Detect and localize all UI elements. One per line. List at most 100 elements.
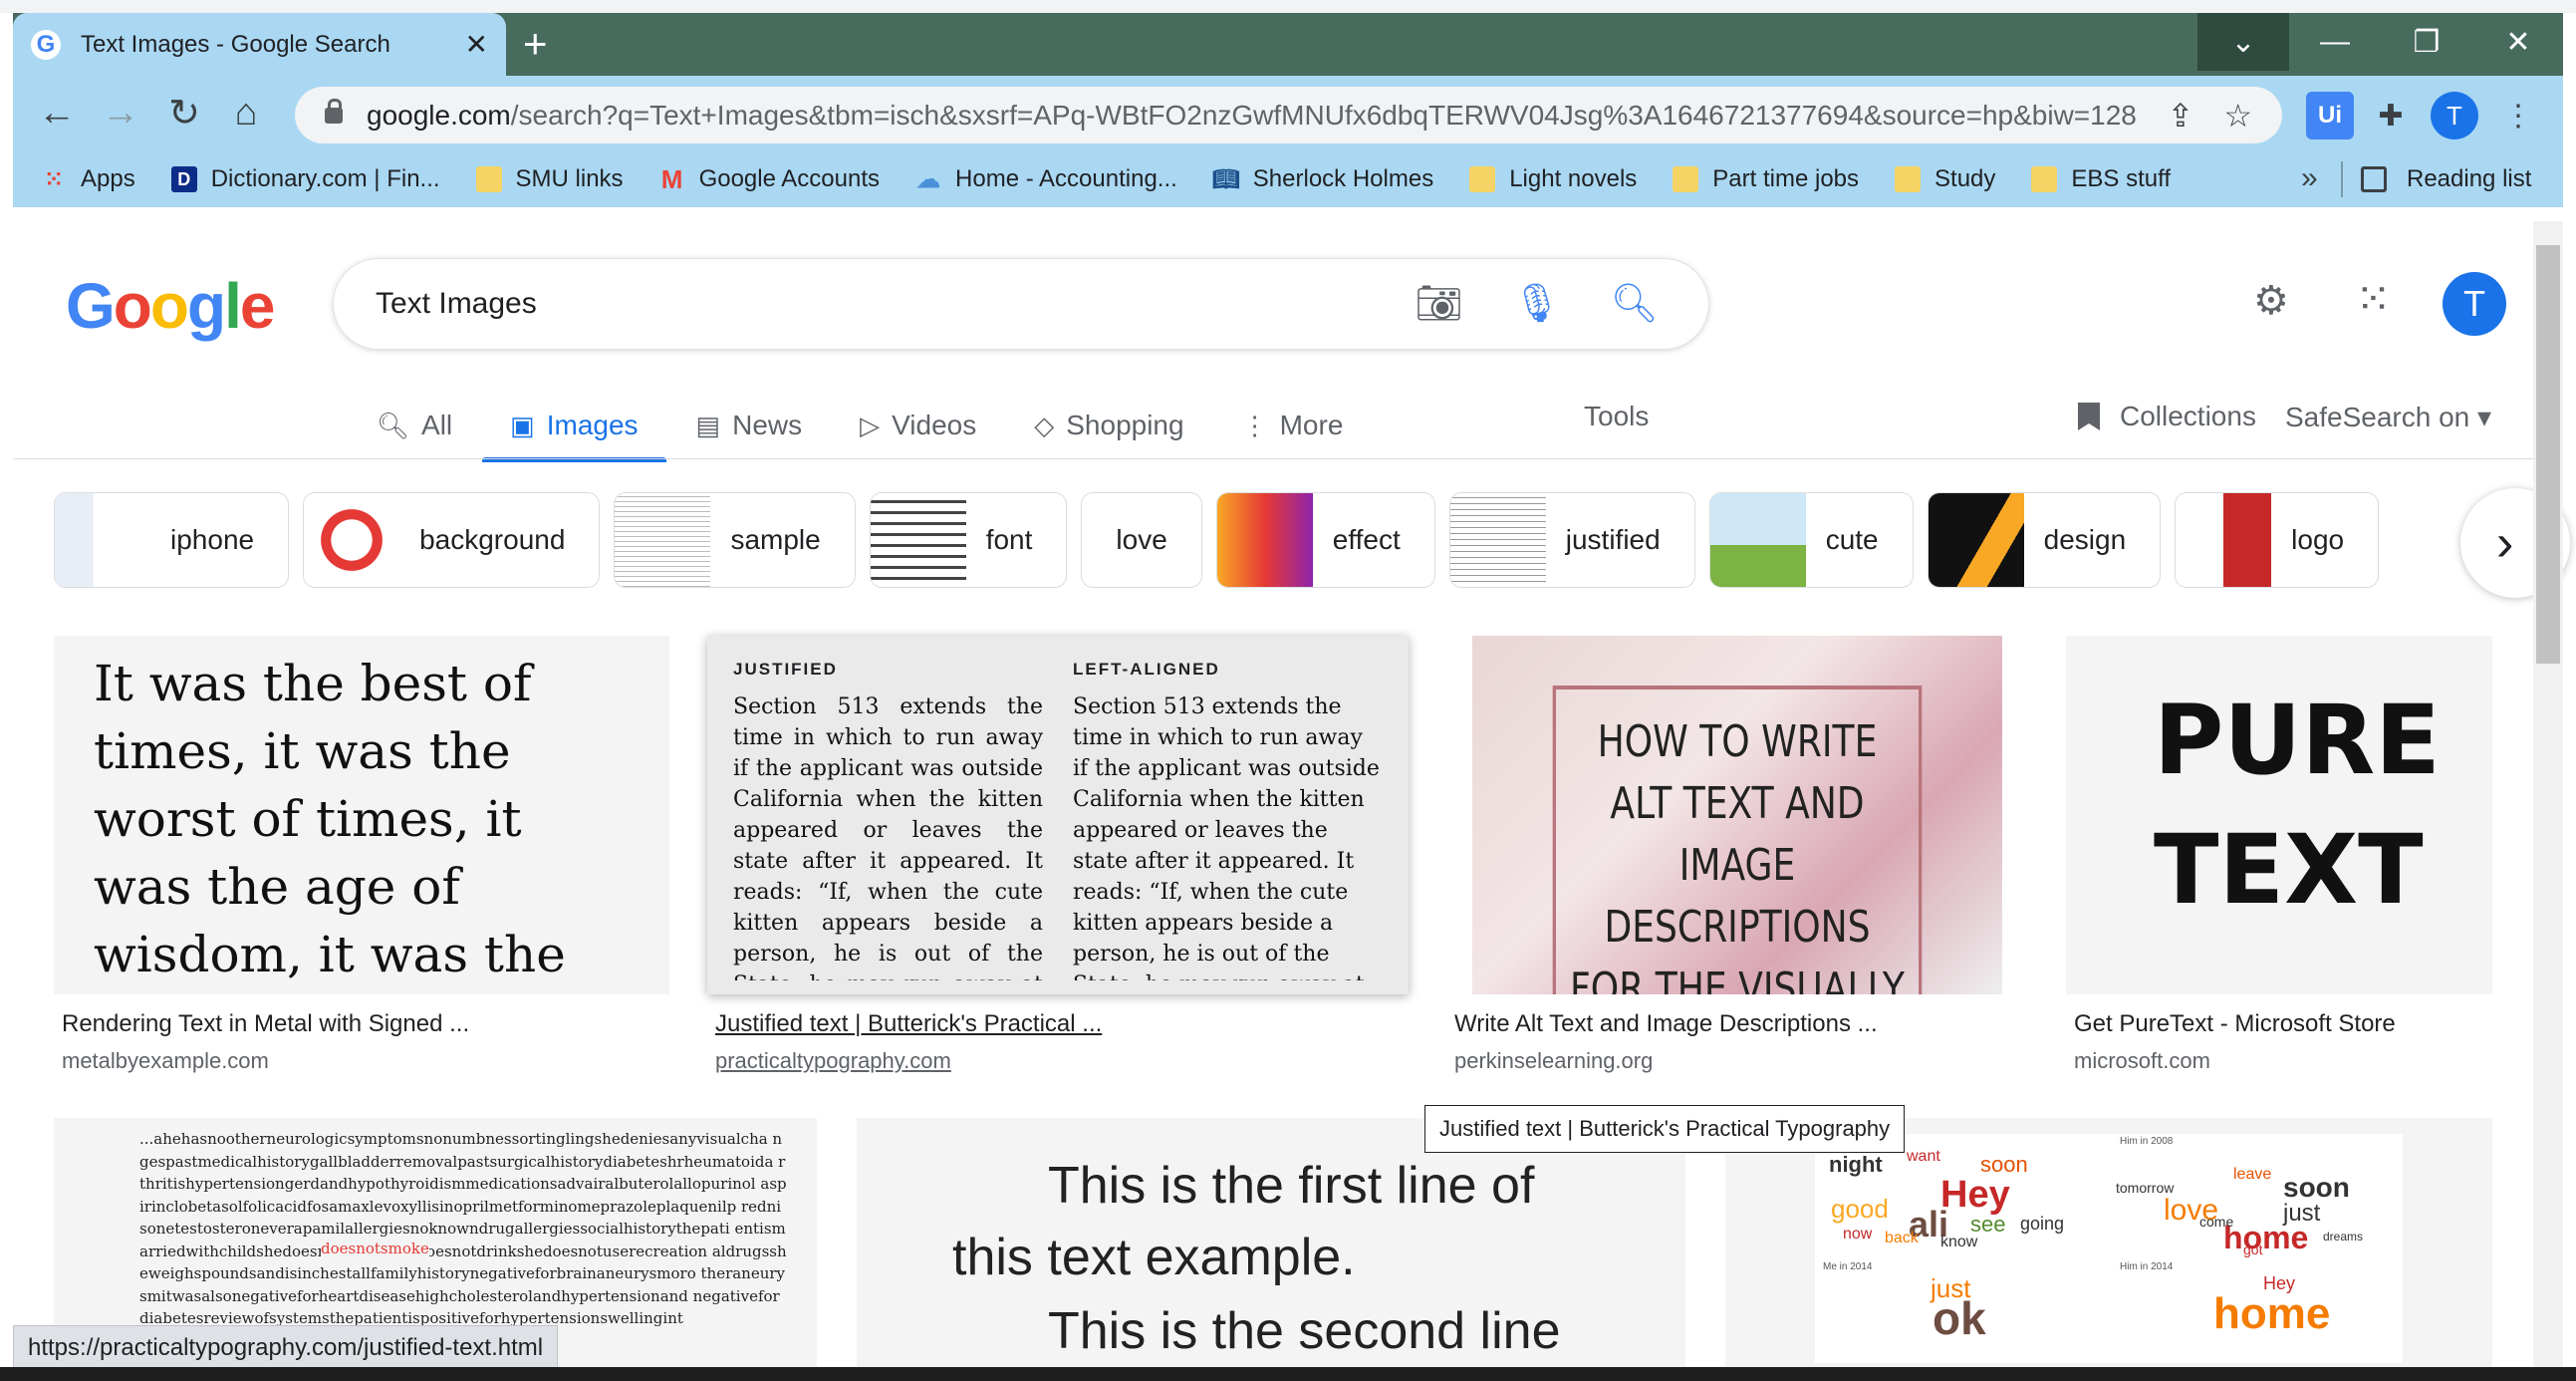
cloud-word: leave: [2233, 1166, 2272, 1183]
tab-shopping[interactable]: ◇ Shopping: [1026, 391, 1191, 460]
chip-background[interactable]: background: [303, 492, 601, 588]
bookmarks-overflow-icon[interactable]: »: [2301, 161, 2318, 195]
safesearch-dropdown[interactable]: SafeSearch on ▾: [2285, 401, 2491, 433]
result-title[interactable]: Rendering Text in Metal with Signed ...: [62, 1010, 469, 1038]
word-cloud-b: Him in 2008 tomorrow leave soon love jus…: [2114, 1134, 2403, 1257]
chip-thumbnail: [1928, 493, 2024, 587]
search-icon[interactable]: 🔍︎: [1611, 282, 1659, 326]
tab-label: More: [1279, 410, 1344, 440]
image-result[interactable]: PURE TEXT Get PureText - Microsoft Store…: [2066, 636, 2492, 1074]
cloud-year-label: Me in 2014: [1823, 1261, 1873, 1272]
search-icon: 🔍︎: [377, 410, 410, 440]
more-dots-icon: ⋮: [1241, 410, 1268, 440]
tab-search-dropdown-icon[interactable]: ⌄: [2197, 13, 2289, 71]
tab-label: Shopping: [1066, 410, 1184, 440]
tab-news[interactable]: ▤ News: [688, 391, 811, 460]
cloud-year-label: Him in 2008: [2120, 1136, 2174, 1147]
tab-videos[interactable]: ▷ Videos: [852, 391, 984, 460]
reading-list-icon: [2361, 166, 2387, 192]
image-result[interactable]: This is the first line of this text exam…: [857, 1118, 1685, 1367]
new-tab-button[interactable]: +: [523, 20, 548, 68]
bookmark-star-icon[interactable]: ☆: [2223, 97, 2252, 135]
folder-icon: [1673, 166, 1699, 192]
google-apps-grid-icon[interactable]: ⁙: [2355, 274, 2392, 325]
search-input[interactable]: Text Images: [376, 287, 1415, 321]
home-icon[interactable]: ⌂: [221, 88, 271, 138]
chip-logo[interactable]: logo: [2175, 492, 2380, 588]
result-source[interactable]: metalbyexample.com: [62, 1048, 269, 1074]
chip-font[interactable]: font: [869, 492, 1068, 588]
bookmark-label: EBS stuff: [2071, 165, 2171, 192]
tab-all[interactable]: 🔍︎ All: [369, 391, 460, 460]
image-result-hovered[interactable]: JUSTIFIED Section 513 extends the time i…: [707, 636, 1409, 1074]
text-word: TEXT: [2154, 814, 2424, 926]
chip-cute[interactable]: cute: [1708, 492, 1914, 588]
status-bar-url: https://practicaltypography.com/justifie…: [13, 1325, 559, 1371]
restore-button[interactable]: ❐: [2381, 13, 2472, 71]
result-source[interactable]: practicaltypography.com: [715, 1048, 951, 1074]
bookmark-smu-links[interactable]: SMU links: [475, 165, 624, 193]
camera-icon[interactable]: 📷︎: [1415, 282, 1462, 326]
close-tab-icon[interactable]: ✕: [465, 28, 488, 61]
bookmark-study[interactable]: Study: [1895, 165, 1995, 193]
settings-gear-icon[interactable]: ⚙: [2253, 278, 2289, 324]
microphone-icon[interactable]: 🎙︎: [1513, 282, 1561, 326]
chip-sample[interactable]: sample: [614, 492, 856, 588]
bookmark-ebs-stuff[interactable]: EBS stuff: [2031, 165, 2171, 193]
chip-thumbnail: [304, 493, 400, 587]
reload-icon[interactable]: ↻: [159, 88, 209, 138]
page-scrollbar[interactable]: [2533, 221, 2563, 1381]
image-result[interactable]: night want soon Hey good ali see going n…: [1725, 1118, 2492, 1367]
related-chips: iphone background sample font love effec…: [54, 492, 2393, 588]
chip-label: font: [985, 524, 1033, 555]
tab-label: Videos: [892, 410, 977, 440]
result-source[interactable]: perkinselearning.org: [1454, 1048, 1653, 1074]
bookmark-sherlock-holmes[interactable]: 📖︎ Sherlock Holmes: [1212, 165, 1433, 193]
forward-arrow-icon[interactable]: →: [96, 88, 145, 138]
chip-justified[interactable]: justified: [1448, 492, 1695, 588]
result-source[interactable]: microsoft.com: [2074, 1048, 2210, 1074]
address-bar[interactable]: google.com/search?q=Text+Images&tbm=isch…: [295, 87, 2282, 143]
folder-icon: [1895, 166, 1922, 192]
close-window-button[interactable]: ✕: [2472, 13, 2564, 71]
back-arrow-icon[interactable]: ←: [32, 88, 82, 138]
search-box[interactable]: Text Images 📷︎ 🎙︎ 🔍︎: [333, 258, 1709, 350]
result-title[interactable]: Write Alt Text and Image Descriptions ..…: [1454, 1010, 1878, 1038]
bookmark-apps[interactable]: ⁙ Apps: [41, 165, 135, 193]
extensions-puzzle-icon[interactable]: ✚: [2367, 92, 2415, 139]
google-favicon-icon: G: [31, 29, 61, 60]
bookmark-part-time-jobs[interactable]: Part time jobs: [1673, 165, 1859, 193]
result-title[interactable]: Get PureText - Microsoft Store: [2074, 1010, 2396, 1038]
minimize-button[interactable]: —: [2289, 13, 2381, 71]
google-doodle-logo[interactable]: Google: [66, 269, 275, 343]
profile-avatar[interactable]: T: [2431, 92, 2478, 139]
browser-menu-icon[interactable]: ⋮: [2494, 92, 2542, 139]
lock-icon: [325, 98, 343, 124]
image-result[interactable]: HOW TO WRITE ALT TEXT AND IMAGE DESCRIPT…: [1446, 636, 2028, 1074]
tab-images[interactable]: ▣ Images: [482, 391, 667, 462]
share-icon[interactable]: ⇪: [2168, 97, 2194, 135]
tab-title: Text Images - Google Search: [81, 30, 390, 58]
reading-list-button[interactable]: Reading list: [2361, 151, 2531, 207]
chip-design[interactable]: design: [1927, 492, 2162, 588]
ui-extension-icon[interactable]: Ui: [2306, 92, 2354, 139]
browser-tab[interactable]: G Text Images - Google Search ✕: [13, 13, 506, 76]
scrollbar-thumb[interactable]: [2536, 245, 2560, 664]
collections-button[interactable]: Collections: [2078, 401, 2256, 432]
bookmark-light-novels[interactable]: Light novels: [1469, 165, 1637, 193]
url-text: google.com/search?q=Text+Images&tbm=isch…: [367, 99, 2138, 131]
chip-love[interactable]: love: [1081, 492, 1202, 588]
bookmark-dictionary[interactable]: D Dictionary.com | Fin...: [170, 165, 440, 193]
bookmark-google-accounts[interactable]: M Google Accounts: [659, 164, 880, 194]
bookmarks-bar: ⁙ Apps D Dictionary.com | Fin... SMU links…: [13, 151, 2563, 207]
chip-iphone[interactable]: iphone: [54, 492, 290, 588]
tools-button[interactable]: Tools: [1584, 401, 1649, 432]
account-avatar[interactable]: T: [2443, 272, 2506, 336]
chip-label: cute: [1825, 524, 1879, 555]
bookmark-home-accounting[interactable]: ☁ Home - Accounting...: [915, 165, 1177, 193]
image-result[interactable]: It was the best of times, it was the wor…: [54, 636, 669, 1074]
word-cloud-d: Him in 2014 Hey home: [2114, 1259, 2403, 1363]
chip-effect[interactable]: effect: [1215, 492, 1435, 588]
result-title[interactable]: Justified text | Butterick's Practical .…: [715, 1010, 1102, 1038]
tab-more[interactable]: ⋮ More: [1234, 391, 1352, 460]
